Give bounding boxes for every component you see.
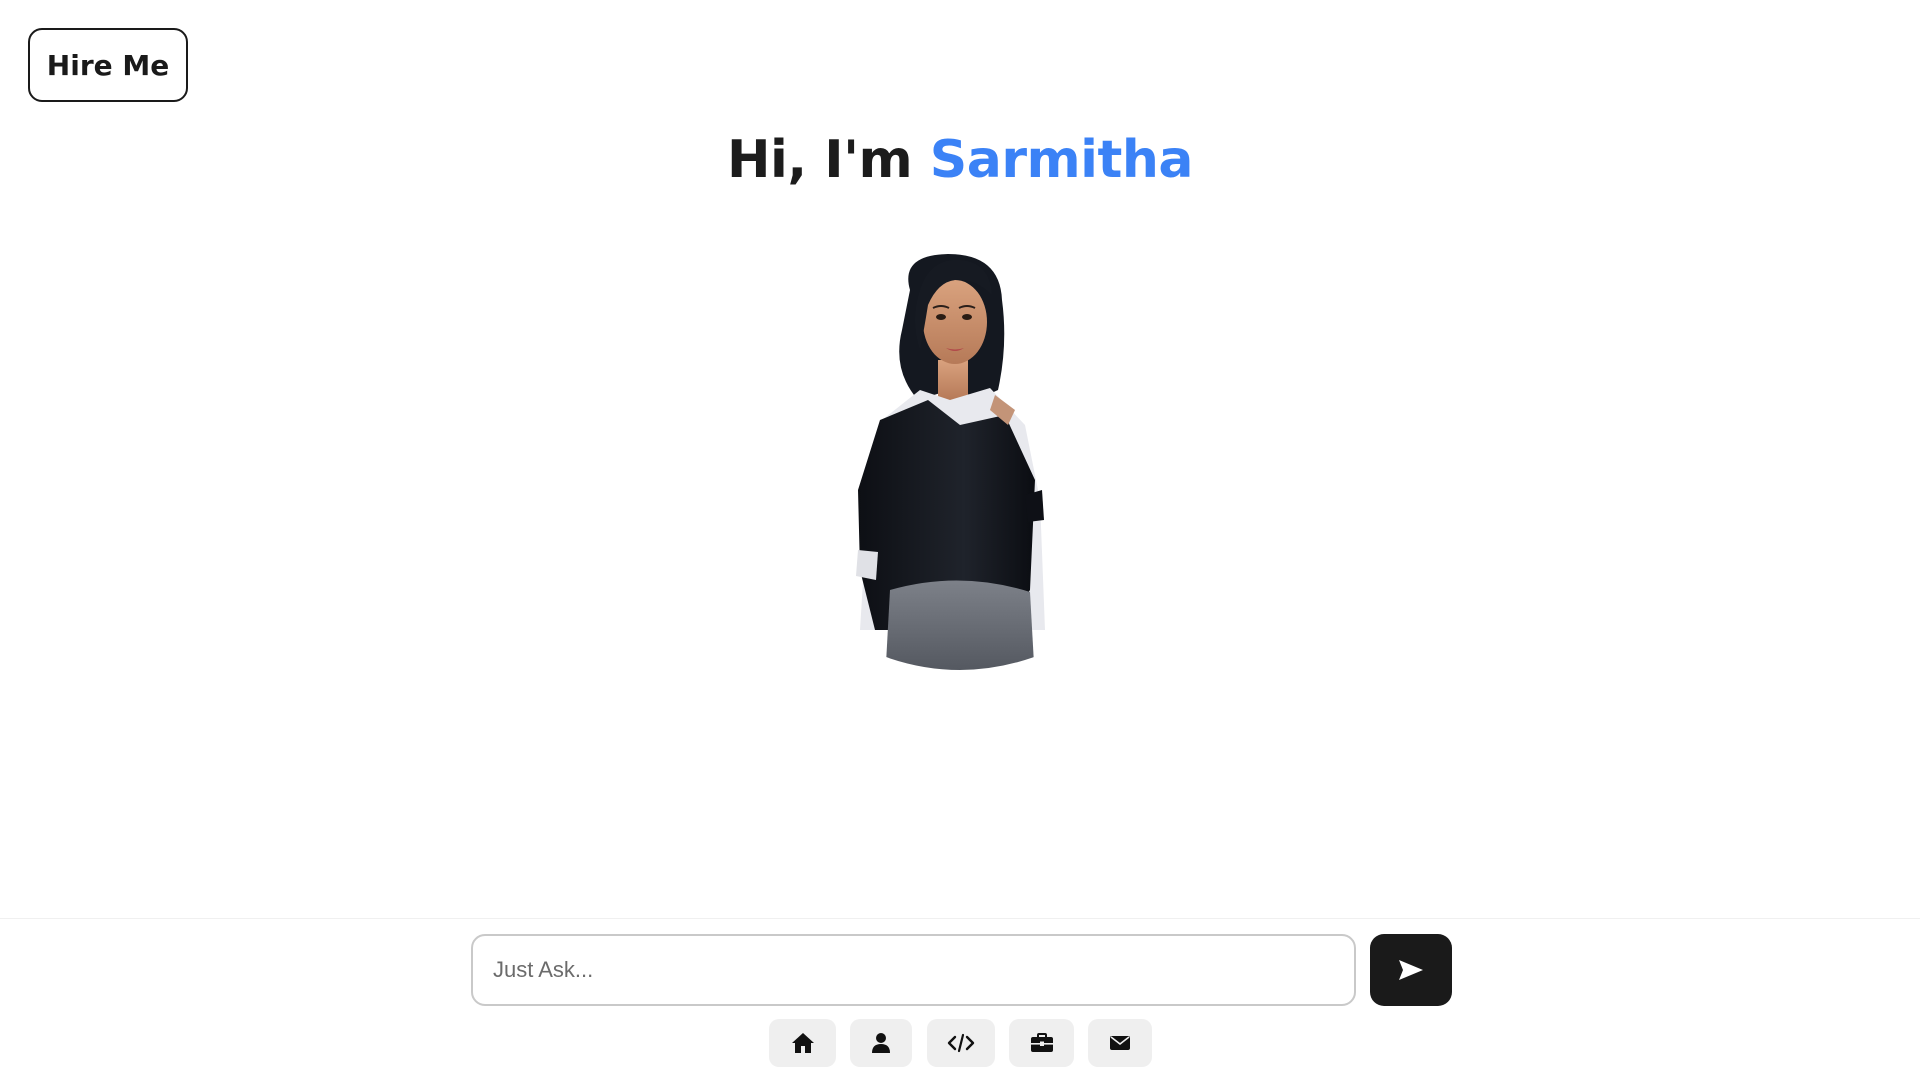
send-arrow-icon xyxy=(1399,960,1423,980)
code-icon xyxy=(947,1033,975,1053)
hero-heading: Hi, I'm Sarmitha xyxy=(0,130,1920,190)
nav-skills-button[interactable] xyxy=(1009,1019,1074,1067)
ask-input[interactable] xyxy=(471,934,1356,1006)
nav-about-button[interactable] xyxy=(850,1019,912,1067)
bottom-nav xyxy=(0,1019,1920,1067)
greeting-text: Hi, I'm xyxy=(727,130,913,190)
briefcase-icon xyxy=(1030,1033,1053,1052)
nav-projects-button[interactable] xyxy=(927,1019,995,1067)
hero-name: Sarmitha xyxy=(929,130,1194,190)
avatar-illustration xyxy=(856,254,1045,670)
send-button[interactable] xyxy=(1370,934,1452,1006)
mail-icon xyxy=(1110,1036,1130,1050)
home-icon xyxy=(791,1033,814,1053)
nav-home-button[interactable] xyxy=(769,1019,836,1067)
portfolio-page: Hire Me Hi, I'm Sarmitha xyxy=(0,0,1920,1080)
nav-contact-button[interactable] xyxy=(1088,1019,1152,1067)
user-icon xyxy=(872,1033,890,1053)
avatar-3d xyxy=(830,250,1090,682)
hire-me-button[interactable]: Hire Me xyxy=(28,28,188,102)
